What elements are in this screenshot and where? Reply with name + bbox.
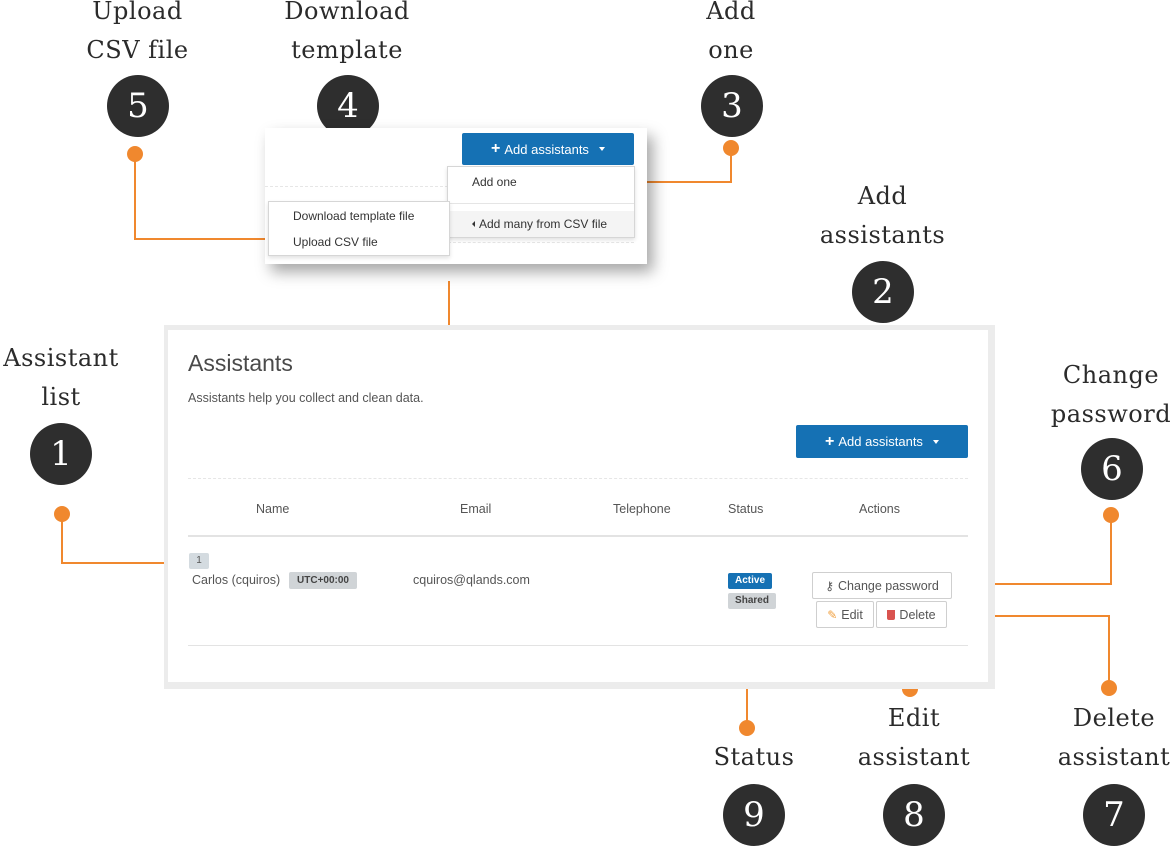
annotation-change-password: Change password <box>1050 361 1172 428</box>
menu-item-add-many[interactable]: Add many from CSV file <box>448 211 634 237</box>
plus-icon: + <box>825 432 835 450</box>
annotation-dot-7 <box>1101 680 1117 696</box>
add-assistants-button[interactable]: + Add assistants <box>462 133 634 165</box>
annotation-number-7: 7 <box>1083 784 1145 846</box>
annotation-dot-9 <box>739 720 755 736</box>
column-header-email: Email <box>460 502 492 516</box>
add-assistants-button-main[interactable]: + Add assistants <box>796 425 968 458</box>
assistant-email: cquiros@qlands.com <box>413 573 530 587</box>
trash-icon <box>887 609 896 620</box>
annotation-number-3: 3 <box>701 75 763 137</box>
divider <box>188 478 968 479</box>
annotation-dot-1 <box>54 506 70 522</box>
annotation-number-1: 1 <box>30 423 92 485</box>
add-assistants-dropdown: Add one Add many from CSV file <box>447 166 635 238</box>
column-header-status: Status <box>728 502 764 516</box>
page-subtitle: Assistants help you collect and clean da… <box>188 391 424 405</box>
csv-submenu: Download template file Upload CSV file <box>268 201 450 256</box>
table-header-border <box>188 535 968 537</box>
table-row-border <box>188 645 968 646</box>
row-index-badge: 1 <box>189 553 209 569</box>
column-header-name: Name <box>256 502 290 516</box>
menu-item-download-template[interactable]: Download template file <box>269 209 449 223</box>
annotation-upload-csv: Upload CSV file <box>86 0 189 64</box>
caret-down-icon <box>932 439 939 444</box>
annotation-dot-5 <box>127 146 143 162</box>
timezone-badge: UTC+00:00 <box>289 572 357 589</box>
annotation-number-6: 6 <box>1081 438 1143 500</box>
annotation-number-8: 8 <box>883 784 945 846</box>
delete-button[interactable]: Delete <box>876 601 947 628</box>
caret-left-icon <box>472 221 475 227</box>
assistant-name: Carlos (cquiros) <box>192 573 281 587</box>
annotation-number-9: 9 <box>723 784 785 846</box>
caret-down-icon <box>598 147 605 151</box>
plus-icon: + <box>491 140 501 157</box>
status-active-badge: Active <box>728 573 772 589</box>
column-header-actions: Actions <box>859 502 900 516</box>
divider <box>265 186 448 187</box>
annotation-dot-3 <box>723 140 739 156</box>
pencil-icon: ✎ <box>827 607 838 622</box>
menu-item-add-one[interactable]: Add one <box>448 175 634 189</box>
annotation-download-template: Download template <box>284 0 410 64</box>
annotation-number-2: 2 <box>852 261 914 323</box>
menu-item-upload-csv[interactable]: Upload CSV file <box>269 235 449 249</box>
annotation-status: Status <box>713 743 795 771</box>
annotation-add-one: Add one <box>706 0 756 64</box>
annotation-dot-6 <box>1103 507 1119 523</box>
page-title: Assistants <box>188 350 293 376</box>
key-icon: ⚷ <box>825 578 835 593</box>
menu-divider <box>448 203 634 204</box>
annotation-edit-assistant: Edit assistant <box>857 704 971 771</box>
annotation-delete-assistant: Delete assistant <box>1057 704 1171 771</box>
annotation-assistant-list: Assistant list <box>3 344 119 411</box>
status-shared-badge: Shared <box>728 593 776 609</box>
annotation-number-5: 5 <box>107 75 169 137</box>
annotation-add-assistants: Add assistants <box>819 182 946 249</box>
change-password-button[interactable]: ⚷ Change password <box>812 572 952 599</box>
divider <box>448 242 634 243</box>
edit-button[interactable]: ✎ Edit <box>816 601 874 628</box>
column-header-telephone: Telephone <box>613 502 671 516</box>
